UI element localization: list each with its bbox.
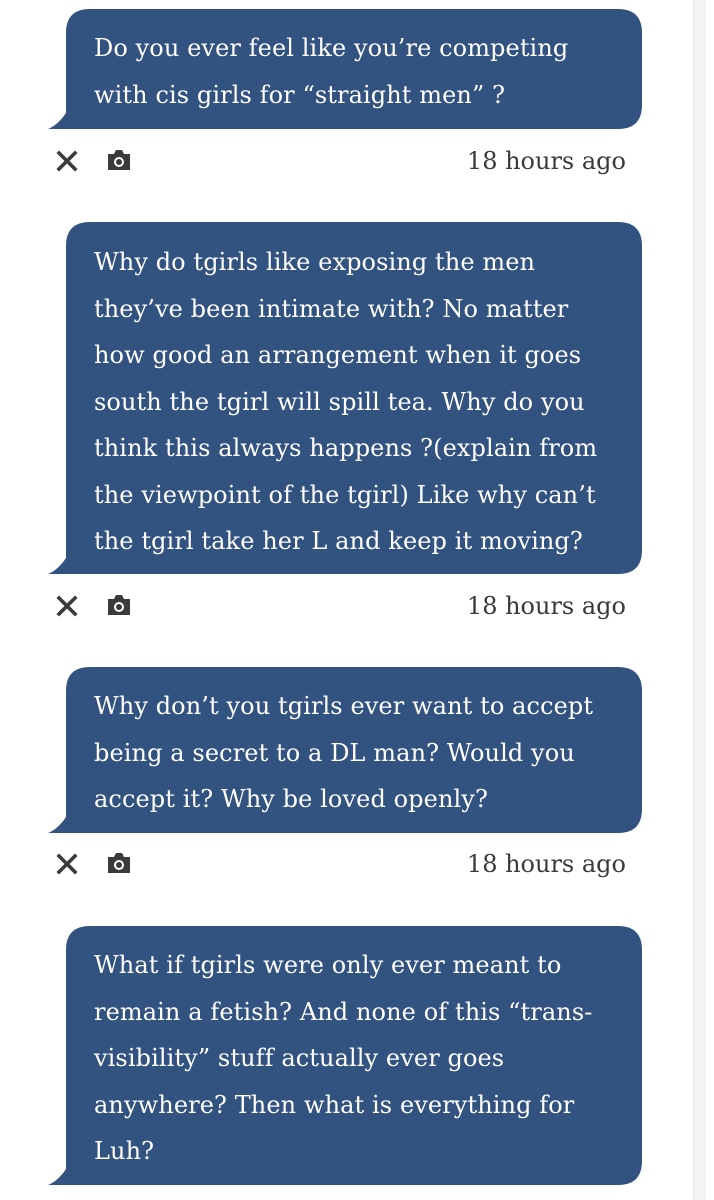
close-icon[interactable] xyxy=(56,595,78,617)
close-icon[interactable] xyxy=(56,150,78,172)
timestamp: 18 hours ago xyxy=(466,147,626,175)
message-actions-row: 18 hours ago xyxy=(48,847,642,887)
camera-icon[interactable] xyxy=(106,850,132,876)
close-icon[interactable] xyxy=(56,853,78,875)
message-bubble: Do you ever feel like you’re competing w… xyxy=(48,9,642,129)
message-text: Do you ever feel like you’re competing w… xyxy=(94,34,569,109)
timestamp: 18 hours ago xyxy=(466,592,626,620)
message-text: Why don’t you tgirls ever want to accept… xyxy=(94,692,594,813)
message-text: What if tgirls were only ever meant to r… xyxy=(94,951,593,1165)
message-text: Why do tgirls like exposing the men they… xyxy=(94,248,598,555)
scrollbar-thumb[interactable] xyxy=(693,0,706,1200)
message-actions-row: 18 hours ago xyxy=(48,144,642,184)
message-bubble: Why do tgirls like exposing the men they… xyxy=(48,222,642,574)
camera-icon[interactable] xyxy=(106,592,132,618)
scrollbar-track[interactable] xyxy=(686,0,714,1200)
message-actions-row: 18 hours ago xyxy=(48,589,642,629)
camera-icon[interactable] xyxy=(106,147,132,173)
message-bubble: Why don’t you tgirls ever want to accept… xyxy=(48,667,642,833)
timestamp: 18 hours ago xyxy=(466,850,626,878)
message-bubble: What if tgirls were only ever meant to r… xyxy=(48,926,642,1185)
